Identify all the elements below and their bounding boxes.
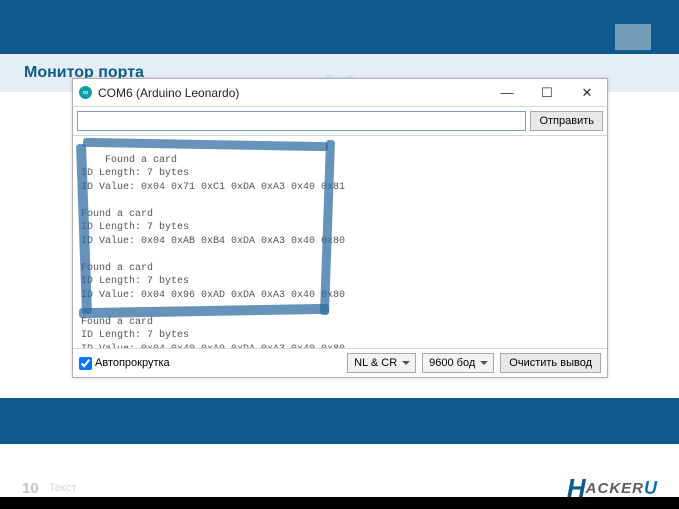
lower-band bbox=[0, 398, 679, 444]
slide-footer-text: Текст bbox=[49, 482, 77, 494]
autoscroll-label: Автопрокрутка bbox=[95, 357, 170, 369]
window-minimize-button[interactable]: — bbox=[487, 79, 527, 107]
arduino-icon bbox=[79, 86, 92, 99]
window-titlebar[interactable]: COM6 (Arduino Leonardo) — ☐ ✕ bbox=[73, 79, 607, 107]
window-close-button[interactable]: ✕ bbox=[567, 79, 607, 107]
serial-monitor-window: COM6 (Arduino Leonardo) — ☐ ✕ Отправить … bbox=[72, 78, 608, 378]
baud-select[interactable]: 9600 бод bbox=[422, 353, 494, 373]
autoscroll-checkbox[interactable]: Автопрокрутка bbox=[79, 357, 170, 370]
console-output: Found a card ID Length: 7 bytes ID Value… bbox=[73, 136, 607, 348]
top-band bbox=[0, 0, 679, 54]
clear-button[interactable]: Очистить вывод bbox=[500, 353, 601, 373]
send-row: Отправить bbox=[73, 107, 607, 136]
console-text: Found a card ID Length: 7 bytes ID Value… bbox=[81, 155, 345, 349]
window-title: COM6 (Arduino Leonardo) bbox=[98, 86, 487, 100]
send-button[interactable]: Отправить bbox=[530, 111, 603, 131]
serial-input[interactable] bbox=[77, 111, 526, 131]
slide-number: 10 bbox=[22, 480, 39, 497]
corner-decoration bbox=[615, 24, 651, 50]
autoscroll-checkbox-input[interactable] bbox=[79, 357, 92, 370]
line-ending-select[interactable]: NL & CR bbox=[347, 353, 416, 373]
window-maximize-button[interactable]: ☐ bbox=[527, 79, 567, 107]
bottom-toolbar: Автопрокрутка NL & CR 9600 бод Очистить … bbox=[73, 348, 607, 377]
bottom-black-bar bbox=[0, 497, 679, 509]
